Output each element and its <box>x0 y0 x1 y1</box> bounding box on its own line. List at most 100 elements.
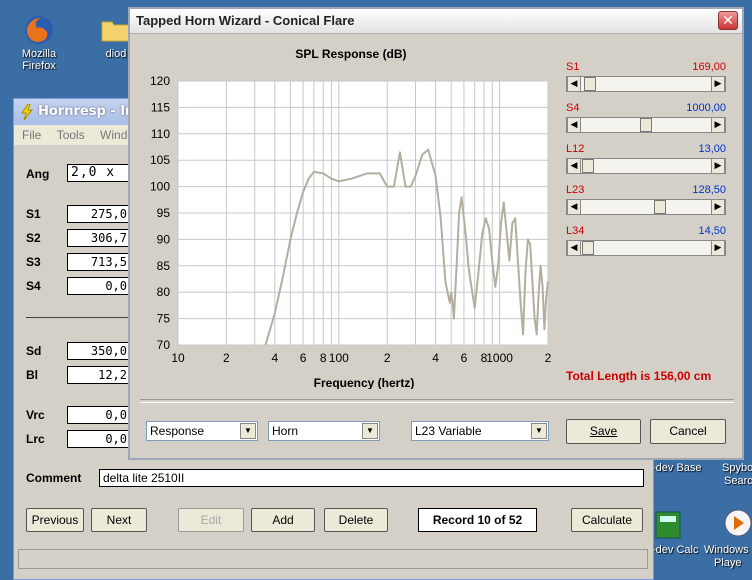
lrc-label: Lrc <box>26 432 45 446</box>
desktop-label-player: Playe <box>714 557 742 569</box>
response-select[interactable]: Response ▼ <box>146 421 258 441</box>
sd-field[interactable]: 350,0 <box>67 342 131 360</box>
wizard-window: Tapped Horn Wizard - Conical Flare ✕ SPL… <box>128 7 744 460</box>
s2-field[interactable]: 306,7 <box>67 229 131 247</box>
wizard-title: Tapped Horn Wizard - Conical Flare <box>136 13 355 28</box>
slider-l12[interactable]: ◀ ▶ <box>566 158 726 174</box>
chart-title: SPL Response (dB) <box>295 47 406 61</box>
y-tick-labels: 70 75 80 85 90 95 100 105 110 115 120 <box>150 74 170 352</box>
x-tick-labels: 10 2 4 6 8 100 2 4 6 81000 2 <box>171 351 551 365</box>
slider-s1-label: S1 <box>566 61 580 73</box>
s3-field[interactable]: 713,5 <box>67 253 131 271</box>
add-button[interactable]: Add <box>251 508 315 532</box>
slider-l34-label: L34 <box>566 225 585 237</box>
slider-s1-value: 169,00 <box>692 61 726 73</box>
slider-l12-label: L12 <box>566 143 585 155</box>
bl-label: Bl <box>26 368 38 382</box>
edit-button[interactable]: Edit <box>178 508 244 532</box>
y-tick-label: 85 <box>157 259 171 273</box>
firefox-label: Mozilla Firefox <box>21 48 57 72</box>
arrow-left-icon[interactable]: ◀ <box>567 118 581 132</box>
x-tick-label: 6 <box>300 351 307 365</box>
calculate-button[interactable]: Calculate <box>571 508 643 532</box>
y-tick-label: 70 <box>157 338 171 352</box>
slider-s4-value: 1000,00 <box>686 102 726 114</box>
next-label: Next <box>106 513 132 527</box>
add-label: Add <box>272 513 294 527</box>
slider-thumb[interactable] <box>584 77 597 91</box>
next-button[interactable]: Next <box>91 508 147 532</box>
horn-select[interactable]: Horn ▼ <box>268 421 380 441</box>
menu-file[interactable]: File <box>22 128 41 142</box>
wizard-divider <box>140 399 734 403</box>
hornresp-divider <box>26 317 130 318</box>
variable-select[interactable]: L23 Variable ▼ <box>411 421 549 441</box>
desktop-label-devcalc: -dev Calc <box>652 544 699 556</box>
firefox-desktop-icon[interactable]: Mozilla Firefox <box>4 14 74 72</box>
menu-tools[interactable]: Tools <box>57 128 85 142</box>
arrow-right-icon[interactable]: ▶ <box>711 77 725 91</box>
bl-field[interactable]: 12,2 <box>67 366 131 384</box>
close-icon[interactable]: ✕ <box>718 11 738 30</box>
desktop-label-devbase: -dev Base <box>652 462 702 474</box>
cancel-button[interactable]: Cancel <box>650 419 726 444</box>
chevron-down-icon[interactable]: ▼ <box>362 423 378 439</box>
variable-select-value: L23 Variable <box>415 424 482 438</box>
arrow-left-icon[interactable]: ◀ <box>567 77 581 91</box>
slider-l23[interactable]: ◀ ▶ <box>566 199 726 215</box>
comment-label: Comment <box>26 471 82 485</box>
arrow-right-icon[interactable]: ▶ <box>711 159 725 173</box>
y-tick-label: 100 <box>150 180 170 194</box>
vrc-field[interactable]: 0,0 <box>67 406 131 424</box>
slider-l34-value: 14,50 <box>698 225 726 237</box>
y-tick-label: 120 <box>150 74 170 88</box>
ang-label: Ang <box>26 167 50 181</box>
previous-button[interactable]: Previous <box>26 508 84 532</box>
x-tick-label: 4 <box>271 351 278 365</box>
s1-field[interactable]: 275,0 <box>67 205 131 223</box>
x-tick-label: 2 <box>545 351 552 365</box>
arrow-left-icon[interactable]: ◀ <box>567 200 581 214</box>
slider-l12-value: 13,00 <box>698 143 726 155</box>
arrow-right-icon[interactable]: ▶ <box>711 118 725 132</box>
delete-button[interactable]: Delete <box>324 508 388 532</box>
x-tick-label: 10 <box>171 351 185 365</box>
chevron-down-icon[interactable]: ▼ <box>240 423 256 439</box>
status-bar <box>18 549 648 569</box>
arrow-right-icon[interactable]: ▶ <box>711 200 725 214</box>
slider-s4[interactable]: ◀ ▶ <box>566 117 726 133</box>
calculate-label: Calculate <box>581 513 633 527</box>
arrow-left-icon[interactable]: ◀ <box>567 159 581 173</box>
x-axis-label: Frequency (hertz) <box>314 376 415 389</box>
calc-icon[interactable] <box>654 510 682 540</box>
lightning-icon <box>21 104 34 120</box>
slider-l34[interactable]: ◀ ▶ <box>566 240 726 256</box>
comment-field[interactable]: delta lite 2510II <box>99 469 644 487</box>
media-player-icon[interactable] <box>722 506 752 540</box>
wizard-titlebar[interactable]: Tapped Horn Wizard - Conical Flare ✕ <box>130 9 742 34</box>
chevron-down-icon[interactable]: ▼ <box>531 423 547 439</box>
slider-thumb[interactable] <box>640 118 652 132</box>
slider-l23-value: 128,50 <box>692 184 726 196</box>
slider-thumb[interactable] <box>582 159 594 173</box>
s4-field[interactable]: 0,0 <box>67 277 131 295</box>
record-counter: Record 10 of 52 <box>418 508 537 532</box>
arrow-right-icon[interactable]: ▶ <box>711 241 725 255</box>
y-tick-label: 110 <box>151 127 170 141</box>
lrc-field[interactable]: 0,0 <box>67 430 131 448</box>
delete-label: Delete <box>338 513 374 527</box>
s2-label: S2 <box>26 231 41 245</box>
arrow-left-icon[interactable]: ◀ <box>567 241 581 255</box>
x-tick-label: 2 <box>384 351 391 365</box>
y-tick-label: 75 <box>157 312 171 326</box>
edit-label: Edit <box>200 513 222 527</box>
slider-thumb[interactable] <box>653 200 666 214</box>
ang-field[interactable]: 2,0 x P <box>67 164 131 182</box>
slider-thumb[interactable] <box>582 241 594 255</box>
s3-label: S3 <box>26 255 41 269</box>
x-tick-label: 100 <box>329 351 349 365</box>
desktop-label-windows: Windows <box>704 544 749 556</box>
s1-label: S1 <box>26 207 41 221</box>
save-button[interactable]: Save <box>566 419 641 444</box>
slider-s1[interactable]: ◀ ▶ <box>566 76 726 92</box>
